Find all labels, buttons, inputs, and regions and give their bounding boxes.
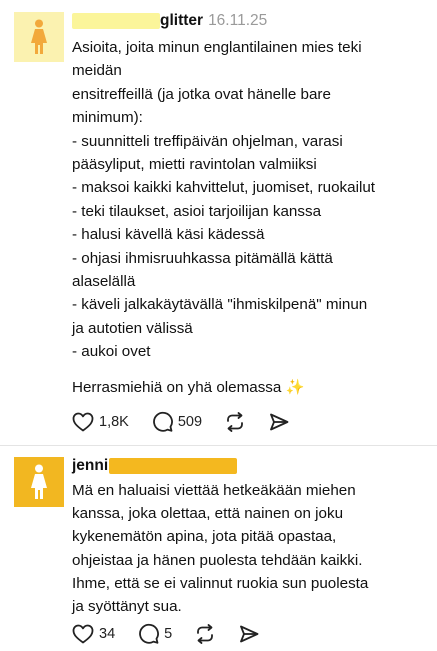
avatar[interactable] [14,12,64,62]
username[interactable]: jenni [72,457,108,475]
post-line: ja autotien välissä [72,319,193,337]
closing-line: Herrasmiehiä on yhä olemassa ✨ [72,376,427,399]
post-header: jenni [72,455,238,477]
comment-button[interactable]: 509 [151,411,202,433]
post-line: ohjeistaa ja hänen puolesta tehdään kaik… [72,551,363,569]
repost-button[interactable] [224,411,246,433]
send-icon [270,413,289,431]
repost-icon [227,412,243,432]
action-bar: 34 5 [72,621,282,647]
post-line: - käveli jalkakäytävällä "ihmiskilpenä" … [72,296,368,314]
redacted-username-prefix [72,13,160,29]
post-line: Asioita, joita minun englantilainen mies… [72,39,362,56]
post-line: - teki tilaukset, asioi tarjoilijan kans… [72,202,322,220]
post-jenni: jenni Mä en haluaisi viettää hetkeäkään … [0,445,437,651]
post-text: Mä en haluaisi viettää hetkeäkään miehen… [72,479,427,618]
timestamp: 16.11.25 [208,12,268,29]
like-count: 34 [99,626,116,642]
like-button[interactable]: 1,8K [72,412,129,432]
heart-icon [72,624,94,644]
repost-button[interactable] [194,623,216,645]
post-header: glitter 16.11.25 [72,10,267,32]
post-line: - suunnitteli treffipäivän ohjelman, var… [72,132,343,150]
post-glitter: glitter 16.11.25 Asioita, joita minun en… [0,0,437,445]
post-line: - ohjasi ihmisruuhkassa pitämällä kättä [72,249,333,267]
like-count: 1,8K [99,414,129,430]
username[interactable]: glitter [160,12,203,30]
post-line: minimum): [72,109,143,127]
sparkles-icon: ✨ [285,378,305,396]
like-button[interactable]: 34 [72,624,115,644]
post-line: meidän [72,62,122,80]
comment-count: 5 [164,626,173,642]
speech-bubble-icon [139,623,160,644]
woman-figure-icon [31,464,47,499]
post-line: ja syöttänyt sua. [72,598,182,616]
heart-icon [72,412,94,432]
comment-count: 509 [177,414,203,430]
share-button[interactable] [268,411,290,433]
post-line: Mä en haluaisi viettää hetkeäkään miehen [72,482,356,499]
closing-text: Herrasmiehiä on yhä olemassa [72,378,282,396]
redacted-username-suffix [109,458,238,474]
post-text: Asioita, joita minun englantilainen mies… [72,36,427,399]
post-line: Ihme, että se ei valinnut ruokia sun puo… [72,574,369,592]
post-line: kykenemätön apina, jota pitää opastaa, [72,528,337,546]
repost-icon [197,624,214,644]
speech-bubble-icon [153,411,173,432]
send-icon [240,625,259,643]
avatar[interactable] [14,457,64,507]
post-line: alaselällä [72,273,136,291]
post-line: ensitreffeillä (ja jotka ovat hänelle ba… [72,85,331,103]
post-line: kanssa, joka olettaa, että nainen on jok… [72,505,344,523]
action-bar: 1,8K 509 [72,409,312,435]
post-line: pääsyliput, mietti ravintolan valmiiksi [72,156,317,174]
post-line: - aukoi ovet [72,343,151,361]
comment-button[interactable]: 5 [137,623,172,645]
woman-figure-icon [31,19,47,54]
post-line: - halusi kävellä käsi kädessä [72,226,265,244]
post-line: - maksoi kaikki kahvittelut, juomiset, r… [72,179,376,197]
share-button[interactable] [238,623,260,645]
